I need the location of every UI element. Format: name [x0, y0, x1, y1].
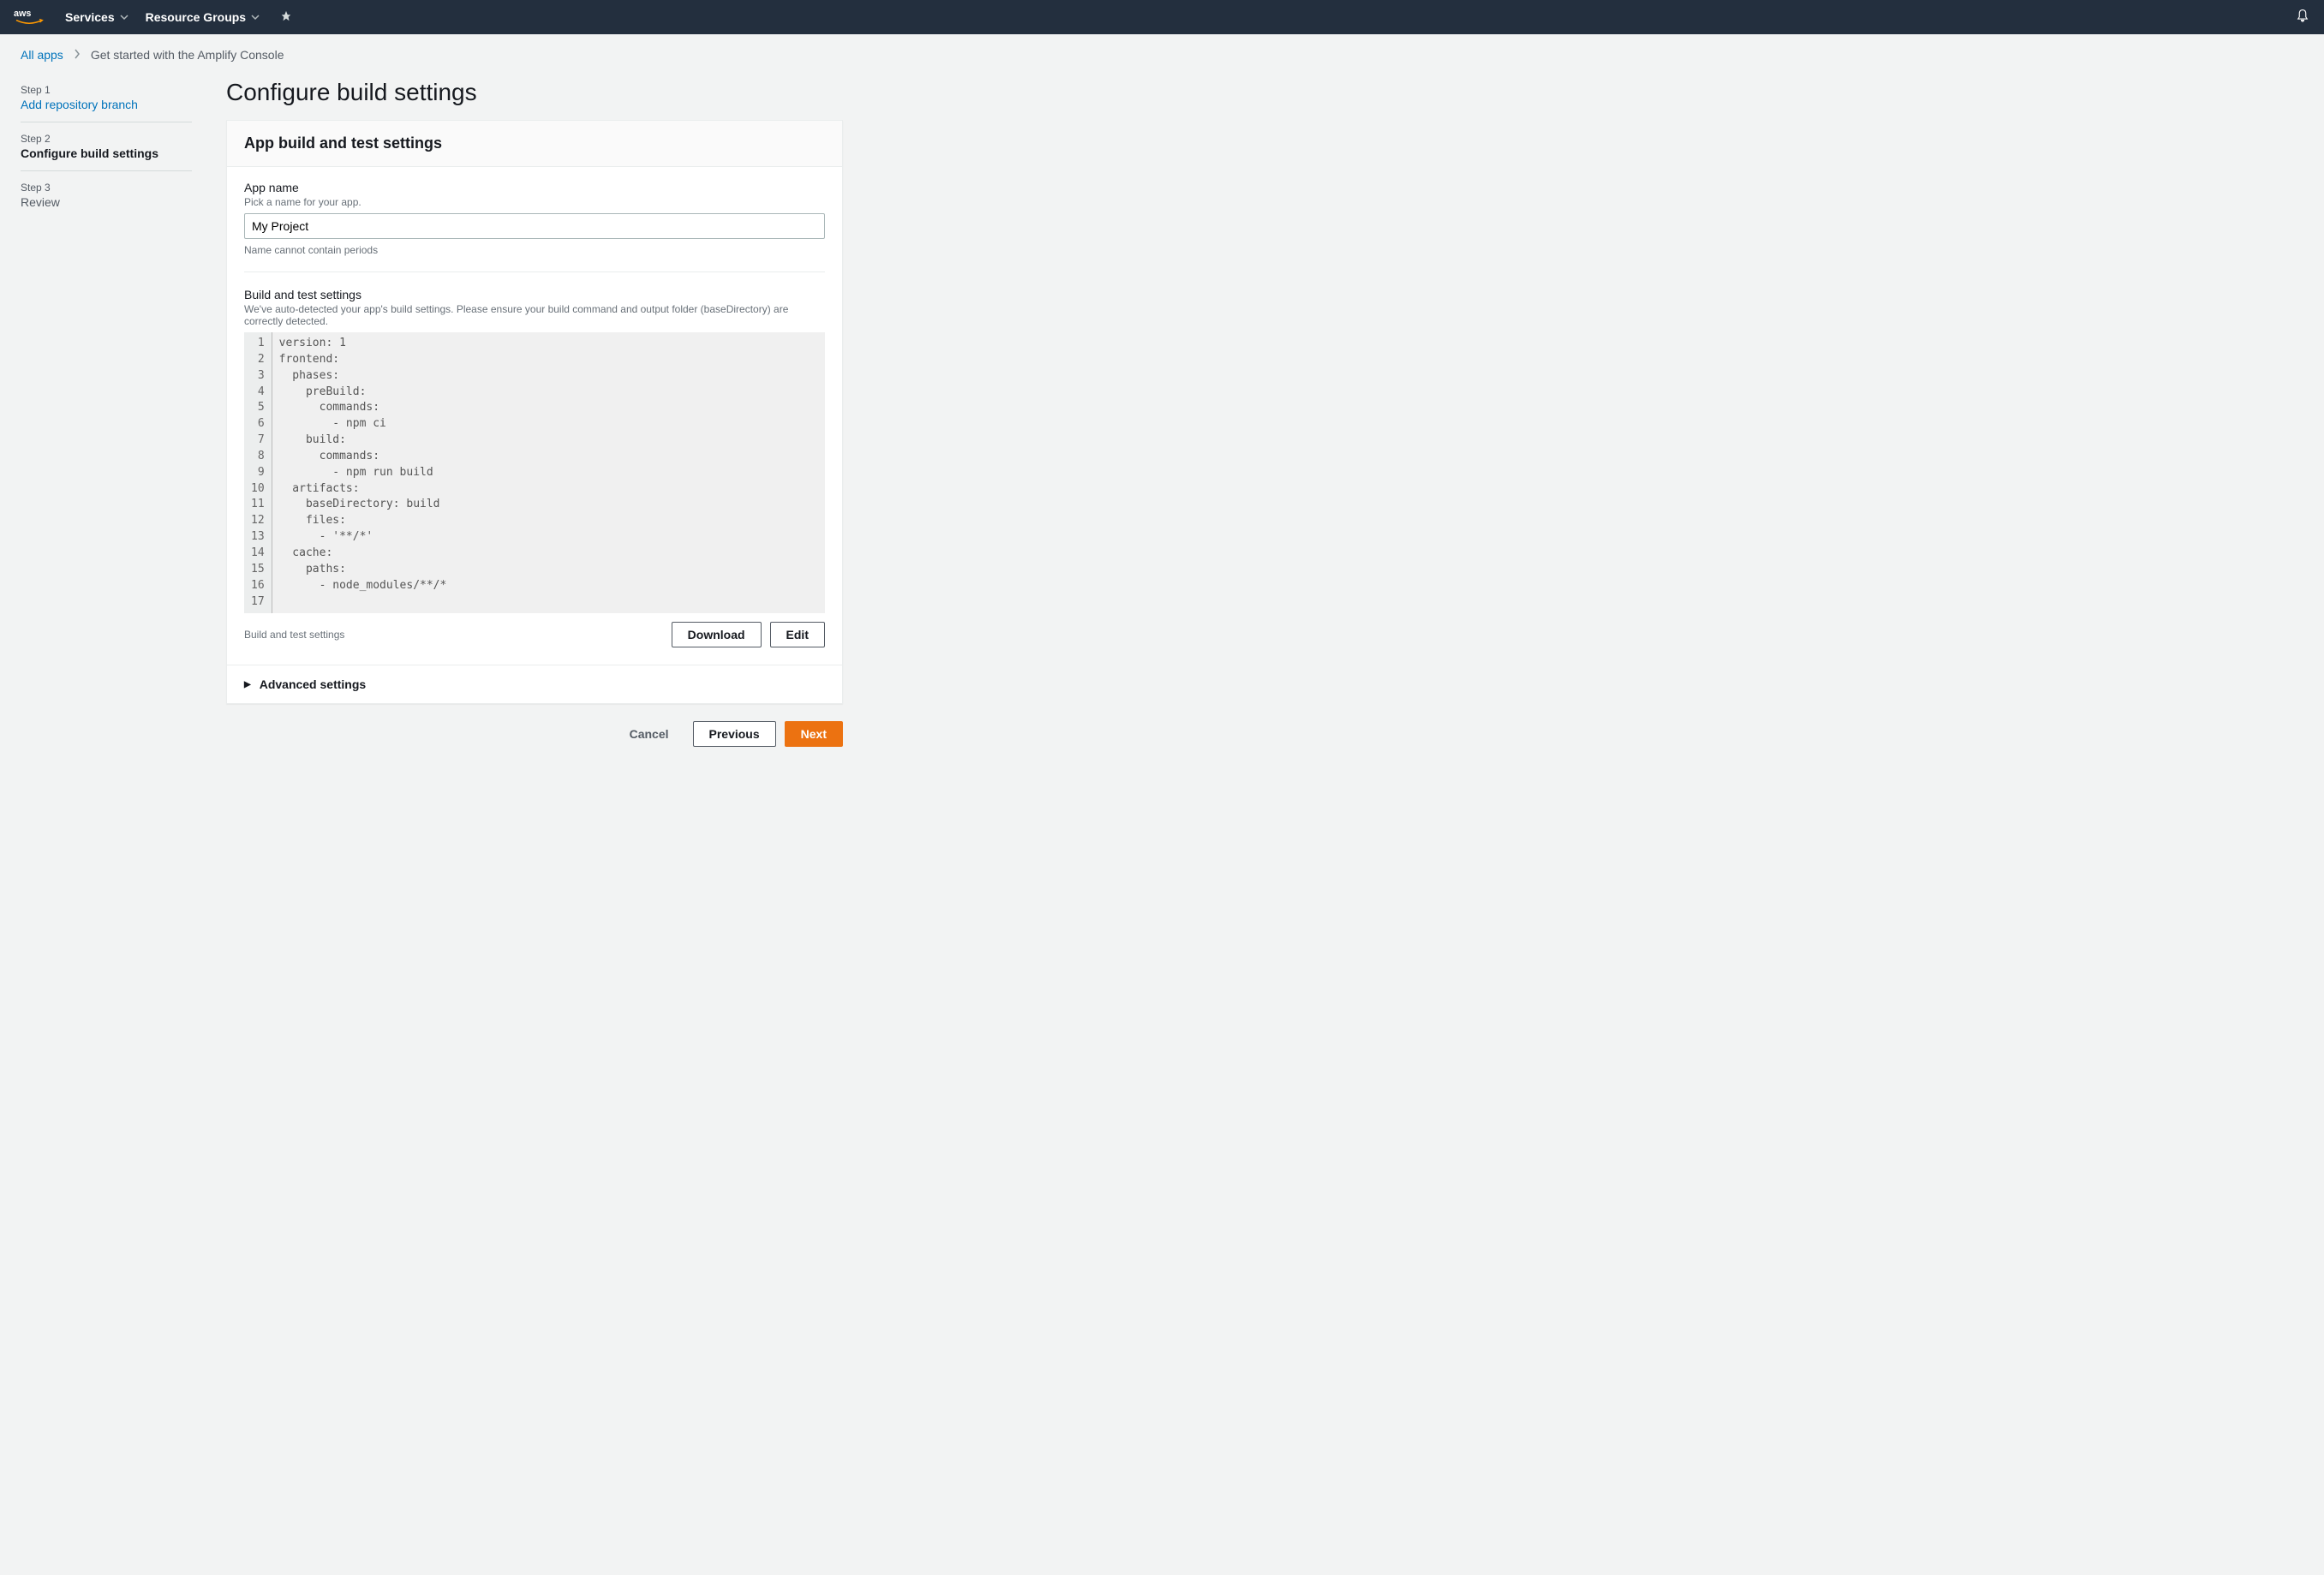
build-settings-field: Build and test settings We've auto-detec… — [244, 288, 825, 647]
next-button[interactable]: Next — [785, 721, 843, 747]
svg-text:aws: aws — [14, 9, 31, 19]
field-label: Build and test settings — [244, 288, 825, 301]
field-helper: Name cannot contain periods — [244, 244, 825, 256]
editor-content[interactable]: version: 1frontend: phases: preBuild: co… — [272, 332, 825, 613]
step-tag: Step 2 — [21, 133, 192, 145]
breadcrumb-current: Get started with the Amplify Console — [91, 48, 284, 62]
wizard-step-3: Step 3 Review — [21, 176, 192, 219]
chevron-right-icon — [74, 48, 81, 62]
step-tag: Step 3 — [21, 182, 192, 194]
nav-resource-groups-label: Resource Groups — [146, 10, 246, 24]
panel-header: App build and test settings — [227, 121, 842, 167]
step-title: Add repository branch — [21, 98, 192, 111]
notifications-icon[interactable] — [2295, 9, 2310, 27]
chevron-down-icon — [251, 10, 260, 24]
triangle-right-icon: ▶ — [244, 680, 251, 689]
panel-title: App build and test settings — [244, 134, 825, 152]
nav-services-label: Services — [65, 10, 115, 24]
cancel-button[interactable]: Cancel — [614, 722, 684, 746]
download-button[interactable]: Download — [672, 622, 762, 647]
breadcrumb: All apps Get started with the Amplify Co… — [21, 48, 2303, 62]
edit-button[interactable]: Edit — [770, 622, 825, 647]
wizard-steps-sidebar: Step 1 Add repository branch Step 2 Conf… — [21, 79, 192, 747]
app-name-field: App name Pick a name for your app. Name … — [244, 181, 825, 256]
chevron-down-icon — [120, 10, 128, 24]
field-hint: Pick a name for your app. — [244, 196, 825, 208]
breadcrumb-all-apps[interactable]: All apps — [21, 48, 63, 62]
field-hint: We've auto-detected your app's build set… — [244, 303, 825, 327]
aws-logo[interactable]: aws — [14, 8, 45, 27]
nav-services[interactable]: Services — [65, 10, 128, 24]
page-title: Configure build settings — [226, 79, 843, 106]
wizard-step-1[interactable]: Step 1 Add repository branch — [21, 79, 192, 122]
build-settings-panel: App build and test settings App name Pic… — [226, 120, 843, 704]
advanced-settings-expander[interactable]: ▶ Advanced settings — [227, 665, 842, 703]
editor-footer-label: Build and test settings — [244, 629, 344, 641]
global-nav: aws Services Resource Groups — [0, 0, 2324, 34]
wizard-step-2: Step 2 Configure build settings — [21, 128, 192, 171]
step-title: Review — [21, 195, 192, 209]
step-tag: Step 1 — [21, 84, 192, 96]
nav-resource-groups[interactable]: Resource Groups — [146, 10, 260, 24]
editor-gutter: 1234567891011121314151617 — [244, 332, 272, 613]
yaml-editor[interactable]: 1234567891011121314151617 version: 1fron… — [244, 332, 825, 613]
pin-icon[interactable] — [280, 10, 292, 25]
field-label: App name — [244, 181, 825, 194]
previous-button[interactable]: Previous — [693, 721, 776, 747]
app-name-input[interactable] — [244, 213, 825, 239]
wizard-nav: Cancel Previous Next — [226, 721, 843, 747]
step-title: Configure build settings — [21, 146, 192, 160]
advanced-settings-label: Advanced settings — [260, 677, 366, 691]
divider — [244, 271, 825, 272]
